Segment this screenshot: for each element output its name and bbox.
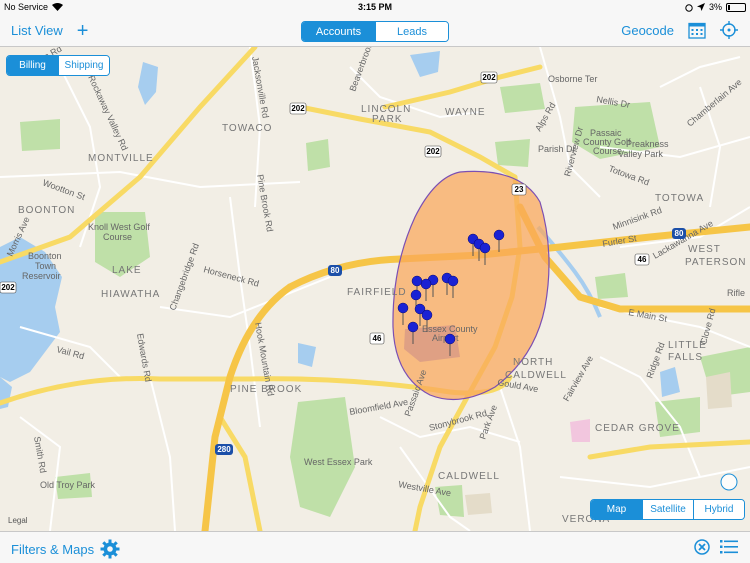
navigation-bar: List View + Accounts Leads Geocode bbox=[0, 16, 750, 47]
svg-text:202: 202 bbox=[291, 104, 305, 113]
record-type-segmented-control: Accounts Leads bbox=[301, 21, 449, 42]
status-bar: No Service 3:15 PM 3% bbox=[0, 0, 750, 16]
map-view[interactable]: MONTVILLE BOONTON LAKE HIAWATHA TOWACO L… bbox=[0, 47, 750, 531]
svg-text:Chamberlain Ave: Chamberlain Ave bbox=[685, 77, 744, 129]
svg-text:TOWACO: TOWACO bbox=[222, 123, 272, 134]
svg-text:CALDWELL: CALDWELL bbox=[438, 471, 500, 482]
svg-text:Clove Rd: Clove Rd bbox=[698, 307, 717, 345]
tab-map[interactable]: Map bbox=[591, 500, 642, 519]
address-type-segmented-control: Billing Shipping bbox=[6, 55, 110, 76]
tab-shipping[interactable]: Shipping bbox=[58, 56, 109, 75]
svg-text:Jacksonville Rd: Jacksonville Rd bbox=[250, 56, 271, 119]
svg-text:TOTOWA: TOTOWA bbox=[655, 193, 704, 204]
tab-hybrid[interactable]: Hybrid bbox=[693, 500, 744, 519]
svg-text:Valley Park: Valley Park bbox=[618, 149, 663, 159]
alarm-icon bbox=[685, 3, 693, 12]
svg-text:Changebridge Rd: Changebridge Rd bbox=[167, 242, 201, 312]
svg-text:Minnisink Rd: Minnisink Rd bbox=[611, 205, 663, 232]
svg-text:WEST: WEST bbox=[688, 244, 721, 255]
svg-text:NORTH: NORTH bbox=[513, 357, 553, 368]
svg-text:Rifle: Rifle bbox=[727, 288, 745, 298]
svg-text:WAYNE: WAYNE bbox=[445, 107, 486, 118]
locate-me-icon[interactable] bbox=[720, 21, 738, 39]
svg-text:CEDAR GROVE: CEDAR GROVE bbox=[595, 423, 680, 434]
svg-text:PATERSON: PATERSON bbox=[685, 257, 747, 268]
battery-percent: 3% bbox=[708, 2, 722, 12]
filters-maps-label: Filters & Maps bbox=[11, 541, 95, 557]
tab-satellite[interactable]: Satellite bbox=[642, 500, 693, 519]
svg-text:BOONTON: BOONTON bbox=[18, 205, 75, 216]
legal-link[interactable]: Legal bbox=[8, 516, 28, 525]
svg-text:280: 280 bbox=[217, 445, 231, 454]
tab-billing[interactable]: Billing bbox=[7, 56, 58, 75]
add-icon[interactable]: + bbox=[77, 21, 89, 41]
svg-text:46: 46 bbox=[638, 255, 647, 264]
svg-text:Reservoir: Reservoir bbox=[22, 271, 61, 281]
clear-icon[interactable] bbox=[694, 539, 710, 555]
map-canvas: MONTVILLE BOONTON LAKE HIAWATHA TOWACO L… bbox=[0, 47, 750, 531]
tab-leads[interactable]: Leads bbox=[375, 22, 448, 41]
svg-text:Course: Course bbox=[103, 232, 132, 242]
location-arrow-icon bbox=[696, 3, 705, 11]
svg-text:Smith Rd: Smith Rd bbox=[32, 436, 48, 474]
list-view-button[interactable]: List View bbox=[11, 23, 63, 38]
clock: 3:15 PM bbox=[357, 2, 392, 12]
svg-text:Edwards Rd: Edwards Rd bbox=[135, 333, 153, 383]
gear-icon bbox=[100, 539, 120, 559]
svg-text:Totowa Rd: Totowa Rd bbox=[607, 163, 650, 187]
svg-text:MONTVILLE: MONTVILLE bbox=[88, 153, 154, 164]
tab-accounts[interactable]: Accounts bbox=[302, 22, 375, 41]
filters-maps-button[interactable]: Filters & Maps bbox=[11, 539, 120, 559]
svg-text:Bloomfield Ave: Bloomfield Ave bbox=[349, 397, 409, 417]
list-icon[interactable] bbox=[720, 540, 738, 554]
svg-text:Knoll West Golf: Knoll West Golf bbox=[88, 222, 150, 232]
svg-text:Osborne Ter: Osborne Ter bbox=[548, 74, 597, 84]
battery-icon bbox=[726, 2, 746, 12]
svg-text:Old Troy Park: Old Troy Park bbox=[40, 480, 96, 490]
svg-text:PARK: PARK bbox=[372, 114, 403, 125]
svg-text:Boonton: Boonton bbox=[28, 251, 62, 261]
svg-text:Horseneck Rd: Horseneck Rd bbox=[202, 264, 260, 288]
geocode-button[interactable]: Geocode bbox=[621, 23, 674, 38]
svg-text:HIAWATHA: HIAWATHA bbox=[101, 289, 160, 300]
svg-text:Passaic Ave: Passaic Ave bbox=[402, 368, 428, 417]
svg-text:Vail Rd: Vail Rd bbox=[55, 344, 85, 361]
svg-text:Town: Town bbox=[35, 261, 56, 271]
svg-text:FAIRFIELD: FAIRFIELD bbox=[347, 287, 407, 298]
bottom-toolbar: Filters & Maps bbox=[0, 531, 750, 563]
svg-text:Preakness: Preakness bbox=[626, 139, 669, 149]
svg-text:FALLS: FALLS bbox=[668, 352, 703, 363]
svg-text:Furler St: Furler St bbox=[602, 233, 638, 249]
svg-text:West Essex Park: West Essex Park bbox=[304, 457, 373, 467]
svg-text:80: 80 bbox=[675, 229, 684, 238]
calendar-icon[interactable] bbox=[688, 21, 706, 39]
svg-text:80: 80 bbox=[331, 266, 340, 275]
svg-text:202: 202 bbox=[1, 283, 15, 292]
svg-text:46: 46 bbox=[373, 334, 382, 343]
svg-text:Wootton St: Wootton St bbox=[41, 177, 87, 202]
map-type-segmented-control: Map Satellite Hybrid bbox=[590, 499, 745, 520]
svg-text:23: 23 bbox=[515, 185, 524, 194]
svg-text:202: 202 bbox=[426, 147, 440, 156]
svg-text:202: 202 bbox=[482, 73, 496, 82]
svg-text:LAKE: LAKE bbox=[112, 265, 142, 276]
